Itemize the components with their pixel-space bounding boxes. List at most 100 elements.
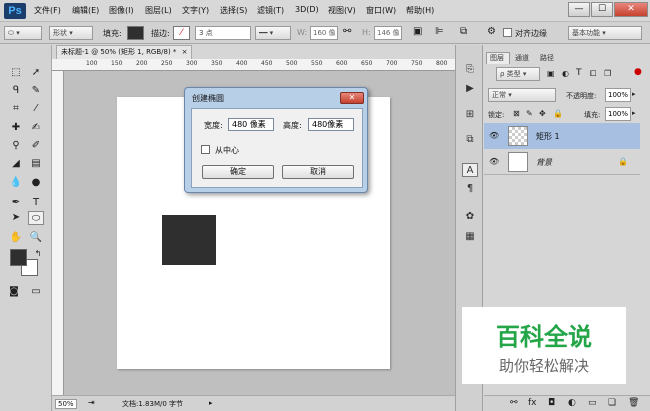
status-menu-arrow-icon[interactable]: ▸ (209, 399, 213, 407)
path-arrangement-icon[interactable]: ⧉ (460, 26, 467, 37)
path-operations-icon[interactable]: ▣ (413, 26, 422, 37)
actions-panel-icon[interactable]: ▶ (462, 82, 478, 96)
fill-swatch[interactable] (127, 26, 144, 40)
filter-shape-icon[interactable]: ⧠ (590, 69, 596, 79)
path-select-tool-icon[interactable]: ➤ (8, 211, 24, 225)
workspace-select[interactable]: 基本功能 ▾ (568, 26, 642, 40)
marquee-tool-icon[interactable]: ⬚ (8, 66, 24, 80)
shape-mode-select[interactable]: 形状 ▾ (49, 26, 93, 40)
eyedropper-tool-icon[interactable]: ⁄ (28, 102, 44, 116)
type-tool-icon[interactable]: T (28, 196, 44, 210)
character-panel-icon[interactable]: A (462, 163, 478, 177)
cancel-button[interactable]: 取消 (282, 165, 354, 179)
adjustment-layer-icon[interactable]: ◐ (568, 398, 576, 408)
quick-select-tool-icon[interactable]: ✎ (28, 84, 44, 98)
minimize-button[interactable]: — (568, 2, 590, 17)
screen-mode-icon[interactable]: ▭ (28, 285, 44, 299)
menu-edit[interactable]: 编辑(E) (72, 5, 99, 16)
stroke-width-field[interactable]: 3 点 (195, 26, 251, 40)
opacity-field[interactable]: 100% (605, 88, 631, 102)
healing-brush-tool-icon[interactable]: ✚ (8, 121, 24, 135)
lock-all-icon[interactable]: 🔒 (553, 109, 563, 118)
width-input[interactable]: 480 像素 (228, 118, 274, 131)
ok-button[interactable]: 确定 (202, 165, 274, 179)
lock-position-icon[interactable]: ✥ (539, 109, 546, 118)
new-group-icon[interactable]: ▭ (588, 398, 597, 408)
tab-layers[interactable]: 图层 (490, 53, 504, 63)
w-field[interactable]: 160 像 (310, 26, 338, 40)
export-icon[interactable]: ⇥ (88, 398, 95, 407)
stroke-type-select[interactable]: ━━ ▾ (255, 26, 291, 40)
layer-kind-filter[interactable]: ρ 类型 ▾ (496, 67, 540, 81)
blend-mode-select[interactable]: 正常 ▾ (488, 88, 556, 102)
menu-select[interactable]: 选择(S) (220, 5, 247, 16)
menu-file[interactable]: 文件(F) (34, 5, 61, 16)
layer-style-icon[interactable]: fx (528, 398, 537, 408)
gradient-tool-icon[interactable]: ▤ (28, 157, 44, 171)
path-alignment-icon[interactable]: ⊫ (435, 26, 444, 37)
foreground-color-swatch[interactable] (10, 249, 27, 266)
swatches-panel-icon[interactable]: ✿ (462, 210, 478, 224)
history-panel-icon[interactable]: ⎘ (462, 63, 478, 77)
filter-type-icon[interactable]: T (576, 68, 582, 78)
opacity-arrow-icon[interactable]: ▸ (632, 90, 636, 98)
menu-3d[interactable]: 3D(D) (295, 5, 319, 14)
tab-paths[interactable]: 路径 (540, 53, 554, 63)
quick-mask-icon[interactable]: ◙ (6, 285, 22, 299)
clone-source-panel-icon[interactable]: ⧉ (462, 133, 478, 147)
gear-icon[interactable]: ⚙ (487, 26, 496, 37)
h-field[interactable]: 146 像 (374, 26, 402, 40)
paragraph-panel-icon[interactable]: ¶ (462, 182, 478, 196)
menu-window[interactable]: 窗口(W) (366, 5, 396, 16)
menu-image[interactable]: 图像(I) (109, 5, 134, 16)
maximize-button[interactable]: ☐ (591, 2, 613, 17)
blur-tool-icon[interactable]: 💧 (8, 176, 24, 190)
trash-icon[interactable]: 🗑 (628, 398, 639, 408)
move-tool-icon[interactable]: ➚ (28, 66, 44, 80)
lock-image-icon[interactable]: ✎ (526, 109, 533, 118)
filter-smart-icon[interactable]: ❐ (604, 69, 611, 78)
eye-icon[interactable]: 👁 (489, 157, 499, 166)
filter-pixel-icon[interactable]: ▣ (547, 69, 555, 78)
filter-adjust-icon[interactable]: ◐ (562, 69, 569, 78)
tab-channels[interactable]: 通道 (515, 53, 529, 63)
menu-type[interactable]: 文字(Y) (182, 5, 209, 16)
close-window-button[interactable]: ✕ (614, 2, 648, 17)
doc-info[interactable]: 文档:1.83M/0 字节 (122, 399, 183, 409)
crop-tool-icon[interactable]: ⌗ (8, 102, 24, 116)
from-center-checkbox[interactable] (201, 145, 210, 154)
brush-tool-icon[interactable]: ✍ (28, 121, 44, 135)
zoom-tool-icon[interactable]: 🔍 (28, 231, 44, 245)
pen-tool-icon[interactable]: ✒ (8, 196, 24, 210)
tool-preset-picker[interactable]: ⬭ ▾ (4, 26, 42, 40)
height-input[interactable]: 480像素 (308, 118, 354, 131)
menu-filter[interactable]: 滤镜(T) (257, 5, 284, 16)
fill-arrow-icon[interactable]: ▸ (632, 109, 636, 117)
layer-name[interactable]: 背景 (536, 157, 552, 168)
eye-icon[interactable]: 👁 (489, 131, 499, 140)
grid-panel-icon[interactable]: ▦ (462, 230, 478, 244)
align-edges-checkbox[interactable] (503, 28, 512, 37)
lock-transparency-icon[interactable]: ⊠ (513, 109, 520, 118)
zoom-field[interactable]: 50% (55, 399, 77, 409)
clone-stamp-tool-icon[interactable]: ⚲ (8, 139, 24, 153)
filter-toggle-icon[interactable]: ● (634, 67, 642, 77)
add-mask-icon[interactable]: ◘ (548, 398, 555, 408)
stroke-swatch[interactable]: ⁄ (173, 26, 190, 40)
document-tab[interactable]: 未标题-1 @ 50% (矩形 1, RGB/8) * × (56, 45, 192, 59)
layer-name[interactable]: 矩形 1 (536, 131, 560, 142)
eraser-tool-icon[interactable]: ◢ (8, 157, 24, 171)
hand-tool-icon[interactable]: ✋ (8, 231, 24, 245)
layer-row[interactable]: 👁 背景 🔒 (484, 149, 640, 175)
link-icon[interactable]: ⚯ (343, 26, 351, 37)
document-tab-close[interactable]: × (182, 48, 188, 56)
swap-colors-icon[interactable]: ↰ (30, 247, 46, 261)
ellipse-tool-icon[interactable]: ⬭ (28, 211, 44, 225)
new-layer-icon[interactable]: ❏ (608, 398, 616, 408)
rectangle-shape[interactable] (162, 215, 216, 265)
dodge-tool-icon[interactable]: ● (28, 176, 44, 190)
link-layers-icon[interactable]: ⚯ (510, 398, 518, 408)
menu-help[interactable]: 帮助(H) (406, 5, 434, 16)
adjustments-panel-icon[interactable]: ⊞ (462, 108, 478, 122)
menu-view[interactable]: 视图(V) (328, 5, 356, 16)
